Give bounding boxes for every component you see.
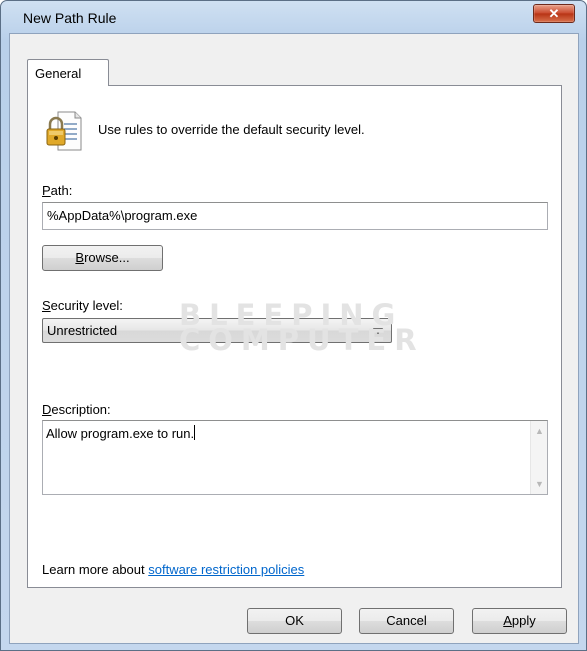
- tab-general[interactable]: General: [27, 59, 109, 86]
- window-title: New Path Rule: [23, 10, 117, 26]
- description-scrollbar[interactable]: ▲ ▼: [530, 421, 547, 494]
- path-field[interactable]: %AppData%\program.exe: [42, 202, 548, 230]
- text-caret: [194, 425, 196, 440]
- software-restriction-policies-link[interactable]: software restriction policies: [148, 562, 304, 577]
- description-field[interactable]: Allow program.exe to run. ▲ ▼: [42, 420, 548, 495]
- title-bar[interactable]: New Path Rule ✕: [1, 1, 586, 33]
- bleeping-computer-watermark: BLEEPING COMPUTER: [179, 298, 425, 357]
- ok-button[interactable]: OK: [247, 608, 342, 634]
- security-level-value: Unrestricted: [47, 323, 118, 338]
- tab-general-label: General: [35, 66, 82, 81]
- security-level-label: Security level:: [42, 298, 123, 313]
- description-value: Allow program.exe to run.: [46, 426, 195, 441]
- apply-button[interactable]: Apply: [472, 608, 567, 634]
- scroll-up-arrow-icon[interactable]: ▲: [535, 426, 544, 436]
- document-lock-icon: [46, 111, 82, 151]
- learn-more-text: Learn more about software restriction po…: [42, 562, 305, 577]
- path-value: %AppData%\program.exe: [47, 208, 198, 223]
- browse-button[interactable]: Browse...: [42, 245, 163, 271]
- cancel-button[interactable]: Cancel: [359, 608, 454, 634]
- close-button[interactable]: ✕: [533, 4, 575, 23]
- scroll-down-arrow-icon[interactable]: ▼: [535, 479, 544, 489]
- path-label: Path:: [42, 183, 73, 198]
- description-label: Description:: [42, 402, 111, 417]
- dialog-window: New Path Rule ✕ General Use rules to ove…: [0, 0, 587, 651]
- close-icon: ✕: [548, 6, 560, 21]
- intro-text: Use rules to override the default securi…: [98, 122, 365, 137]
